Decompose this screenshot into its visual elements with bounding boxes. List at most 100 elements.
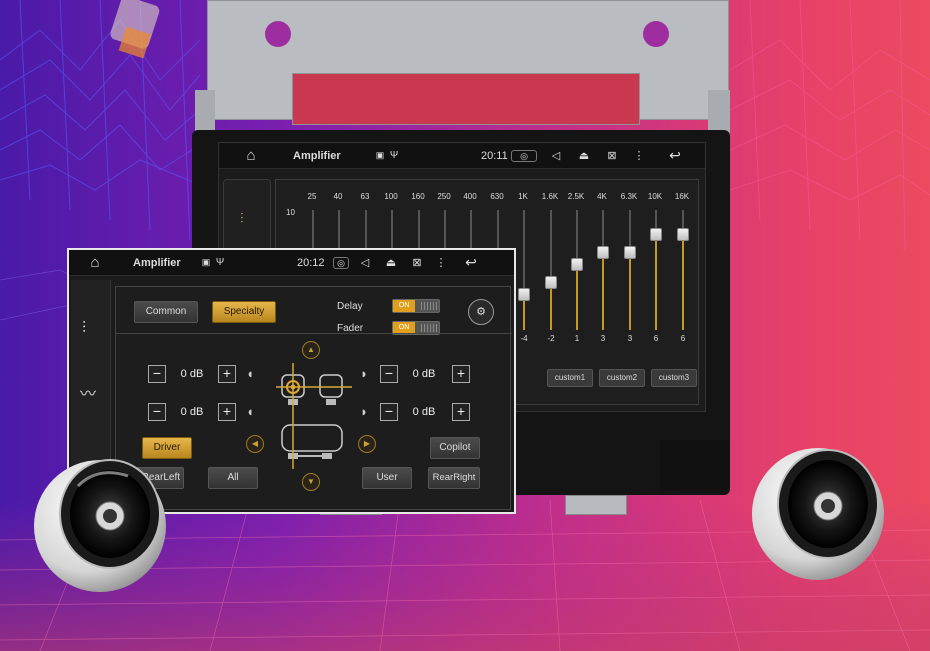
camera-icon[interactable]: ◎ (511, 149, 537, 162)
eject-icon[interactable]: ⏏ (573, 149, 595, 162)
eq-band-slider-knob[interactable] (545, 276, 557, 289)
eq-band-slider-knob[interactable] (677, 228, 689, 241)
frame-hole (643, 21, 669, 47)
tab-common[interactable]: Common (134, 301, 198, 323)
eq-band-frequency: 40 (333, 192, 343, 201)
eq-band-value: 3 (600, 334, 606, 343)
status-bar: ⌂ Amplifier ▣ Ψ 20:12 ◎ ◁ ⏏ ⊠ ⋮ ↩ (69, 250, 514, 276)
arrow-down-icon[interactable]: ▼ (302, 473, 320, 491)
usb-icon: Ψ (215, 257, 225, 268)
speaker-front-left-icon: ◖ (246, 366, 254, 381)
eq-band-frequency: 10K (647, 192, 663, 201)
home-icon[interactable]: ⌂ (239, 147, 263, 164)
head-unit-rear (660, 440, 730, 490)
delay-toggle[interactable]: ON (392, 299, 440, 313)
eq-band-fill (629, 252, 631, 330)
eq-band-fill (602, 252, 604, 330)
image-icon: ▣ (375, 150, 385, 160)
eq-band-value: 6 (680, 334, 686, 343)
frame-hole (265, 21, 291, 47)
tab-specialty[interactable]: Specialty (212, 301, 276, 323)
toggle-on-label: ON (393, 300, 415, 312)
rear-right-button[interactable]: RearRight (428, 467, 480, 489)
divider (116, 333, 512, 334)
arrow-left-icon[interactable]: ◀ (246, 435, 264, 453)
eq-band-frequency: 6.3K (620, 192, 638, 201)
mount-bracket (565, 495, 627, 515)
back-icon[interactable]: ↩ (663, 147, 687, 164)
delay-label: Delay (337, 301, 363, 312)
volume-icon[interactable]: ◁ (355, 256, 375, 269)
eq-scale-top: 10 (286, 208, 295, 217)
eq-band-value: -2 (547, 334, 555, 343)
eq-band-slider-knob[interactable] (518, 288, 530, 301)
speaker-rear-left-icon: ◖ (246, 404, 254, 419)
eq-band-frequency: 160 (411, 192, 425, 201)
speaker-front-right-icon: ◗ (360, 366, 368, 381)
equalizer-icon[interactable]: ⫶ (240, 210, 244, 227)
eq-band-frequency: 25 (307, 192, 317, 201)
copilot-button[interactable]: Copilot (430, 437, 480, 459)
eq-band-slider-knob[interactable] (650, 228, 662, 241)
eq-band-frequency: 250 (437, 192, 451, 201)
front-left-db-value: 0 dB (180, 368, 204, 380)
eq-band-fill (655, 234, 657, 330)
rear-right-minus-button[interactable]: − (380, 403, 398, 421)
equalizer-icon[interactable]: ⫶ (82, 320, 86, 338)
front-right-db-value: 0 dB (412, 368, 436, 380)
rear-right-plus-button[interactable]: + (452, 403, 470, 421)
app-title: Amplifier (293, 149, 341, 162)
preset-custom1-button[interactable]: custom1 (547, 369, 593, 387)
close-box-icon[interactable]: ⊠ (407, 256, 427, 269)
eq-band-frequency: 630 (490, 192, 504, 201)
eq-band-value: 1 (574, 334, 580, 343)
eq-band-fill (682, 234, 684, 330)
waveform-icon[interactable]: 〰 (80, 380, 96, 404)
home-icon[interactable]: ⌂ (83, 254, 107, 271)
eq-band-slider-knob[interactable] (624, 246, 636, 259)
eq-band-frequency: 4K (597, 192, 607, 201)
back-icon[interactable]: ↩ (459, 254, 483, 271)
volume-icon[interactable]: ◁ (545, 149, 567, 162)
clock: 20:11 (481, 149, 508, 162)
dots-icon[interactable]: ⋮ (629, 149, 649, 162)
front-right-plus-button[interactable]: + (452, 365, 470, 383)
preset-custom2-button[interactable]: custom2 (599, 369, 645, 387)
arrow-up-icon[interactable]: ▲ (302, 341, 320, 359)
front-left-plus-button[interactable]: + (218, 365, 236, 383)
eq-band-frequency: 16K (674, 192, 690, 201)
camera-icon[interactable]: ◎ (333, 256, 349, 269)
front-right-minus-button[interactable]: − (380, 365, 398, 383)
tweeter-speaker-right (752, 448, 884, 580)
rear-left-minus-button[interactable]: − (148, 403, 166, 421)
all-button[interactable]: All (208, 467, 258, 489)
close-box-icon[interactable]: ⊠ (601, 149, 623, 162)
eq-band-frequency: 100 (384, 192, 398, 201)
usb-icon: Ψ (389, 150, 399, 161)
image-icon: ▣ (201, 257, 211, 267)
eq-band-frequency: 1.6K (541, 192, 559, 201)
preset-custom3-button[interactable]: custom3 (651, 369, 697, 387)
car-seat-diagram[interactable] (276, 363, 352, 469)
rear-left-plus-button[interactable]: + (218, 403, 236, 421)
rear-left-db-value: 0 dB (180, 406, 204, 418)
head-unit-frame (207, 0, 729, 125)
front-left-minus-button[interactable]: − (148, 365, 166, 383)
dots-icon[interactable]: ⋮ (433, 256, 449, 269)
eq-band-slider-knob[interactable] (571, 258, 583, 271)
eq-band-value: 6 (653, 334, 659, 343)
clock: 20:12 (297, 256, 325, 269)
arrow-right-icon[interactable]: ▶ (358, 435, 376, 453)
tweeter-speaker-left (34, 459, 166, 592)
speaker-rear-right-icon: ◗ (360, 404, 368, 419)
user-button[interactable]: User (362, 467, 412, 489)
eq-band-fill (550, 282, 552, 330)
eq-band-fill (576, 264, 578, 330)
rear-right-db-value: 0 dB (412, 406, 436, 418)
toggle-grip (421, 324, 437, 332)
car-settings-icon[interactable]: ⚙ (468, 299, 494, 325)
eject-icon[interactable]: ⏏ (381, 256, 401, 269)
frame-opening (292, 73, 640, 125)
eq-band-slider-knob[interactable] (597, 246, 609, 259)
eq-band-frequency: 400 (463, 192, 477, 201)
